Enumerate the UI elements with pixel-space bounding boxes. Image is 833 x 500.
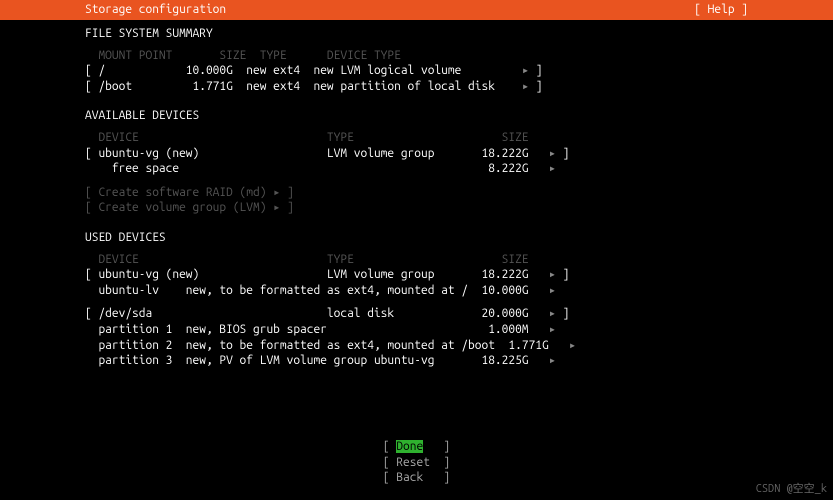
device-row[interactable]: [ ubuntu-vg (new) LVM volume group 18.22… [85,146,748,162]
device-child-row[interactable]: ubuntu-lv new, to be formatted as ext4, … [85,283,748,299]
device-row[interactable]: free space 8.222G ▸ [85,161,748,177]
device-child-row[interactable]: partition 2 new, to be formatted as ext4… [85,338,748,354]
footer-buttons: [ Done ] [ Reset ] [ Back ] [0,439,833,486]
available-header: AVAILABLE DEVICES [85,108,748,124]
device-group-head[interactable]: [ /dev/sda local disk 20.000G ▸ ] [85,306,748,322]
title-bar: Storage configuration [ Help ] [0,0,833,20]
used-header: USED DEVICES [85,230,748,246]
fs-summary-table: MOUNT POINT SIZE TYPE DEVICE TYPE [ / 10… [85,48,748,95]
device-group-head[interactable]: [ ubuntu-vg (new) LVM volume group 18.22… [85,267,748,283]
create-action[interactable]: [ Create volume group (LVM) ▸ ] [85,200,748,216]
help-button[interactable]: [ Help ] [694,2,748,18]
fs-row[interactable]: [ / 10.000G new ext4 new LVM logical vol… [85,63,748,79]
page-title: Storage configuration [85,2,226,18]
fs-row[interactable]: [ /boot 1.771G new ext4 new partition of… [85,79,748,95]
done-button[interactable]: [ Done ] [383,440,450,453]
create-action[interactable]: [ Create software RAID (md) ▸ ] [85,185,748,201]
table-header: DEVICE TYPE SIZE [85,130,748,146]
used-devices-table: DEVICE TYPE SIZE[ ubuntu-vg (new) LVM vo… [85,252,748,369]
fs-summary-header: FILE SYSTEM SUMMARY [85,26,748,42]
device-child-row[interactable]: partition 3 new, PV of LVM volume group … [85,353,748,369]
watermark: CSDN @空空_k [756,482,827,496]
main-content: FILE SYSTEM SUMMARY MOUNT POINT SIZE TYP… [0,20,833,369]
available-actions: [ Create software RAID (md) ▸ ][ Create … [85,185,748,216]
table-header: DEVICE TYPE SIZE [85,252,748,268]
table-header: MOUNT POINT SIZE TYPE DEVICE TYPE [85,48,748,64]
available-devices-table: DEVICE TYPE SIZE[ ubuntu-vg (new) LVM vo… [85,130,748,177]
reset-button[interactable]: [ Reset ] [383,456,450,469]
device-child-row[interactable]: partition 1 new, BIOS grub spacer 1.000M… [85,322,748,338]
back-button[interactable]: [ Back ] [383,471,450,484]
